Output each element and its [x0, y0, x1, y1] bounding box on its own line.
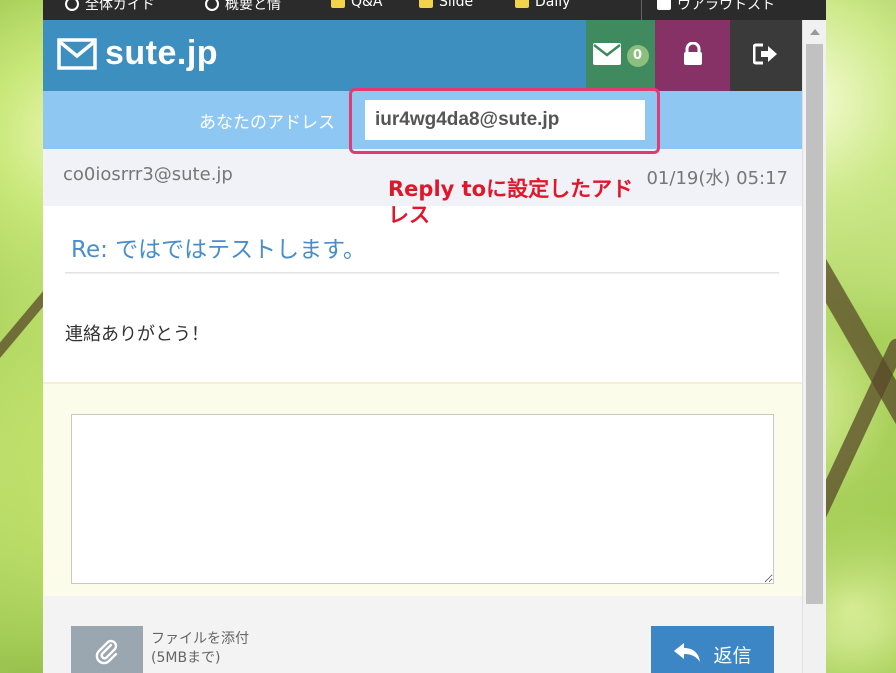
divider — [641, 0, 642, 20]
reply-arrow-icon — [673, 641, 701, 668]
reply-footer: ファイルを添付 (5MBまで) 返信 — [43, 596, 802, 673]
list-icon — [657, 0, 671, 10]
attach-file-label: ファイルを添付 (5MBまで) — [151, 631, 249, 666]
bookmarks-bar: 全体ガイド 概要と情 Q&A Slide Daily ウアラウトスト — [43, 0, 826, 20]
bookmark-item[interactable]: 全体ガイド — [65, 0, 155, 14]
bookmark-folder[interactable]: Slide — [419, 0, 473, 10]
envelope-logo-icon — [57, 37, 97, 70]
folder-icon — [419, 0, 433, 8]
reply-textarea[interactable] — [71, 414, 774, 584]
subject-area: Re: ではではテストします。 — [43, 206, 802, 286]
bookmark-folder[interactable]: Daily — [515, 0, 570, 10]
mail-subject: Re: ではではテストします。 — [71, 237, 366, 263]
sender-address: co0iosrrr3@sute.jp — [63, 164, 233, 185]
paperclip-icon — [94, 639, 120, 669]
sign-out-icon — [752, 43, 779, 69]
folder-icon — [515, 0, 529, 8]
app-header: sute.jp 0 — [43, 20, 802, 91]
mail-body: 連絡ありがとう！ — [65, 324, 209, 345]
lock-button[interactable] — [655, 20, 730, 91]
mail-count-badge: 0 — [626, 44, 649, 67]
logo[interactable]: sute.jp — [57, 34, 218, 73]
envelope-icon — [592, 42, 621, 69]
globe-icon — [65, 0, 79, 11]
address-field[interactable]: iur4wg4da8@sute.jp — [365, 100, 645, 140]
folder-icon — [331, 0, 345, 8]
logout-button[interactable] — [730, 20, 802, 91]
mail-date: 01/19(水) 05:17 — [646, 168, 788, 189]
mail-header-row: co0iosrrr3@sute.jp 01/19(水) 05:17 — [43, 149, 802, 206]
lock-icon — [683, 41, 703, 70]
bookmark-item[interactable]: ウアラウトスト — [657, 0, 775, 14]
reply-button[interactable]: 返信 — [651, 626, 774, 673]
divider — [65, 272, 779, 274]
attach-file-button[interactable] — [71, 626, 143, 673]
bookmark-folder[interactable]: Q&A — [331, 0, 383, 10]
address-label: あなたのアドレス — [199, 113, 335, 133]
scrollbar[interactable] — [802, 20, 826, 673]
globe-icon — [205, 0, 219, 11]
bookmark-item[interactable]: 概要と情 — [205, 0, 281, 14]
reply-area — [43, 382, 802, 596]
scroll-thumb[interactable] — [806, 44, 823, 604]
reply-button-label: 返信 — [713, 644, 752, 667]
scroll-up-arrow-icon[interactable] — [810, 29, 820, 35]
logo-text: sute.jp — [105, 34, 219, 72]
address-bar: あなたのアドレス iur4wg4da8@sute.jp — [43, 91, 802, 149]
inbox-button[interactable]: 0 — [586, 20, 655, 91]
mail-app: sute.jp 0 あなたのアドレス iur4wg4da8@sute.jp co… — [43, 20, 802, 673]
